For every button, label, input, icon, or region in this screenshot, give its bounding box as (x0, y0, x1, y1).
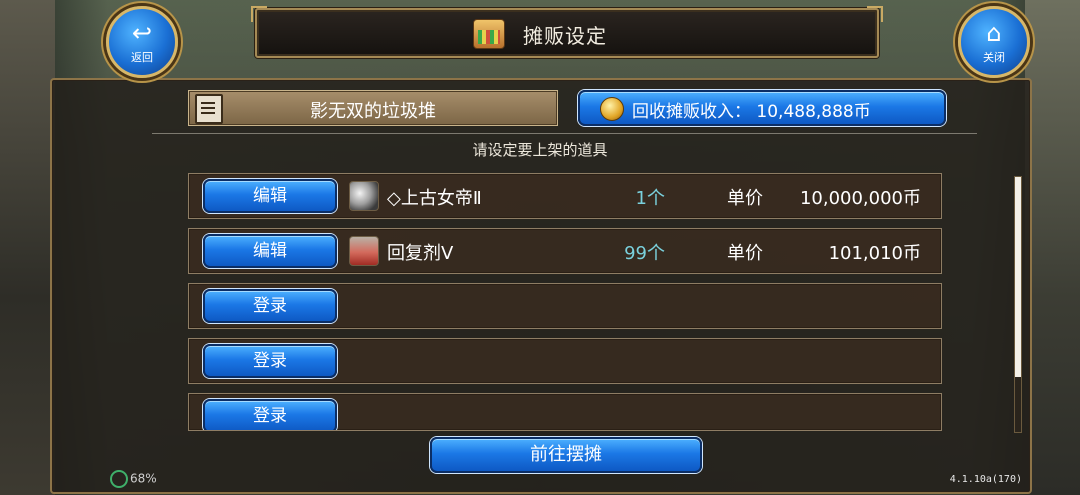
shop-name: 影无双的垃圾堆 (310, 101, 436, 122)
register-button[interactable]: 登录 (203, 344, 337, 378)
battery-indicator: 68% (110, 470, 157, 488)
empty-slot-row: 登录 (188, 393, 942, 431)
dagger-icon (349, 181, 379, 211)
stall-icon (473, 19, 505, 49)
unit-price: 101,010币 (828, 243, 921, 264)
title-bar-ornament-right (867, 6, 883, 22)
divider (152, 133, 977, 134)
item-quantity: 1个 (635, 188, 665, 209)
item-slot-row: 编辑 回复剂Ⅴ 99个 单价 101,010币 (188, 228, 942, 274)
unit-price-label: 单价 (727, 243, 763, 264)
title-bar-ornament-left (251, 6, 267, 22)
battery-percent: 68% (130, 471, 157, 486)
coin-icon (600, 97, 624, 121)
scrollbar-thumb[interactable] (1015, 177, 1021, 377)
item-name: 回复剂Ⅴ (387, 243, 454, 264)
collect-income-button[interactable]: 回收摊贩收入： 10,488,888币 (578, 90, 946, 126)
back-button-label: 返回 (131, 51, 153, 64)
close-button-label: 关闭 (983, 51, 1005, 64)
title-bar: 摊贩设定 (251, 6, 883, 58)
scene-wall-right (1025, 0, 1080, 495)
unit-price-label: 单价 (727, 188, 763, 209)
edit-button[interactable]: 编辑 (203, 179, 337, 213)
edit-button[interactable]: 编辑 (203, 234, 337, 268)
back-icon: ↩ (131, 19, 153, 47)
battery-icon (110, 470, 128, 488)
item-slot-row: 编辑 ◇上古女帝Ⅱ 1个 单价 10,000,000币 (188, 173, 942, 219)
home-icon: ⌂ (986, 19, 1002, 47)
potion-icon (349, 236, 379, 266)
close-button[interactable]: ⌂ 关闭 (958, 6, 1030, 78)
shop-name-plate[interactable]: 影无双的垃圾堆 (188, 90, 558, 126)
list-scrollbar[interactable] (1014, 176, 1022, 433)
empty-slot-row: 登录 (188, 283, 942, 329)
register-button[interactable]: 登录 (203, 289, 337, 323)
go-to-stall-button[interactable]: 前往摆摊 (430, 437, 702, 473)
version-text: 4.1.10a(170) (949, 474, 1022, 485)
page-title: 摊贩设定 (523, 24, 607, 48)
item-quantity: 99个 (624, 243, 665, 264)
collect-income-label: 回收摊贩收入： 10,488,888币 (632, 102, 871, 122)
scene-wall-left (0, 0, 55, 495)
instruction-text: 请设定要上架的道具 (472, 141, 608, 159)
unit-price: 10,000,000币 (799, 188, 921, 209)
item-name: ◇上古女帝Ⅱ (387, 188, 482, 209)
back-button[interactable]: ↩ 返回 (106, 6, 178, 78)
empty-slot-row: 登录 (188, 338, 942, 384)
register-button[interactable]: 登录 (203, 399, 337, 430)
